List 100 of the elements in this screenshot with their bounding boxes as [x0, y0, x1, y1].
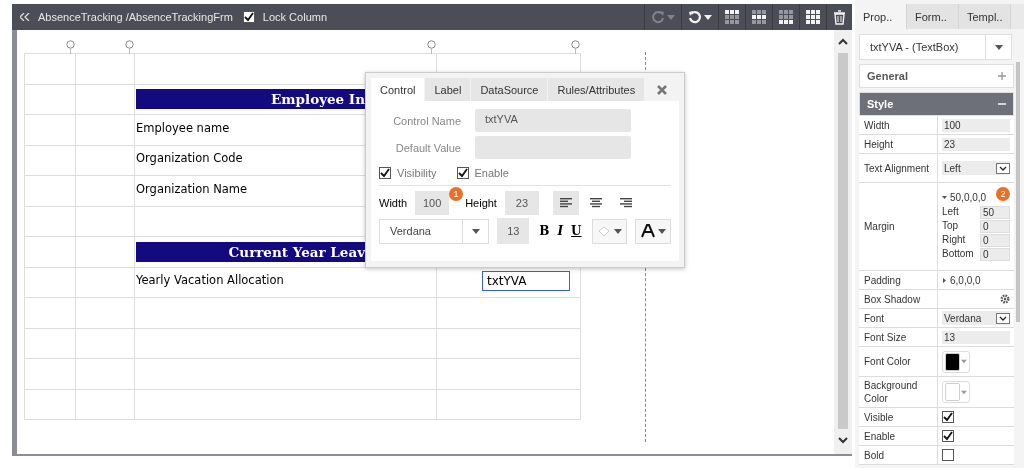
column-handle[interactable]: [125, 40, 134, 54]
scroll-up-icon[interactable]: [838, 38, 848, 45]
section-header: Employee In: [136, 89, 365, 110]
badge: 1: [449, 187, 464, 201]
color-picker[interactable]: [942, 381, 970, 403]
input-field[interactable]: 13: [497, 218, 530, 244]
control-select[interactable]: txtYVA - (TextBox): [859, 34, 1012, 60]
color-picker[interactable]: [942, 350, 970, 373]
table-cell: [76, 359, 135, 390]
input-field[interactable]: txtYVA: [475, 109, 631, 132]
property-label: Height: [864, 137, 893, 151]
undo-icon: [688, 10, 702, 24]
chevron-icon: [996, 162, 1010, 174]
margin-label: Right: [942, 234, 967, 247]
input-field[interactable]: 100: [415, 191, 450, 215]
property-input[interactable]: 13: [942, 330, 1010, 344]
caret-icon: [667, 14, 675, 20]
property-label: Font Color: [864, 355, 911, 368]
align-left-icon: [559, 198, 572, 208]
text-color-button[interactable]: [635, 218, 671, 244]
tab[interactable]: Templ..: [959, 4, 1011, 29]
text-field[interactable]: txtYVA: [482, 270, 570, 291]
property-label: Width: [864, 118, 890, 132]
column-handle[interactable]: [66, 40, 75, 54]
field-label: Organization Name: [136, 181, 248, 196]
property-select[interactable]: Left: [942, 161, 1010, 175]
badge: 2: [996, 187, 1010, 201]
field-label: Width: [379, 197, 408, 209]
collapse-icon[interactable]: [20, 13, 30, 21]
caret-icon: [471, 228, 480, 234]
minus-icon: [998, 100, 1006, 108]
property-label: Text Alignment: [864, 161, 930, 175]
property-input[interactable]: 23: [942, 137, 1010, 151]
property-select[interactable]: Verdana: [942, 311, 1010, 325]
margin-label: Top: [942, 220, 960, 233]
section-header: Current Year Leav: [136, 241, 365, 262]
tab[interactable]: Label: [425, 78, 471, 101]
property-label: Margin: [864, 220, 895, 233]
grid-icon: [752, 10, 766, 24]
tab[interactable]: Form..: [907, 4, 959, 29]
tab[interactable]: Control: [371, 78, 425, 101]
checkbox[interactable]: [242, 11, 255, 23]
format-button[interactable]: U: [569, 224, 584, 238]
margin-input[interactable]: 50: [980, 206, 1010, 219]
checkbox[interactable]: [942, 449, 954, 461]
checkbox[interactable]: [456, 167, 469, 179]
property-value: 50,0,0,0: [950, 192, 987, 203]
property-label: Font Size: [864, 330, 907, 344]
input-field[interactable]: [475, 136, 631, 159]
caret-icon: [994, 44, 1003, 50]
column-handle[interactable]: [427, 40, 436, 54]
format-button[interactable]: B: [537, 224, 552, 238]
property-label: Bold: [864, 448, 884, 462]
checkbox[interactable]: [942, 430, 954, 442]
font-select[interactable]: Verdana: [379, 218, 490, 244]
align-center-icon: [589, 198, 602, 208]
scrollbar-thumb[interactable]: [838, 53, 848, 429]
redo-icon: [651, 10, 665, 24]
close-icon[interactable]: [657, 84, 667, 95]
checkbox-label: Enable: [474, 167, 509, 179]
field-label: Employee name: [136, 120, 230, 135]
tab[interactable]: Prop..: [855, 4, 907, 29]
tab[interactable]: Rules/Attributes: [548, 78, 645, 101]
align-button[interactable]: [552, 191, 579, 215]
checkbox[interactable]: [942, 411, 954, 423]
caret-icon: [657, 228, 666, 234]
fill-color-button[interactable]: [591, 218, 628, 244]
gear-icon[interactable]: [1000, 294, 1010, 304]
section-header[interactable]: Style: [859, 92, 1014, 116]
margin-input[interactable]: 0: [980, 220, 1010, 233]
caret-down-icon[interactable]: [942, 195, 947, 200]
section-header[interactable]: General: [859, 64, 1014, 88]
margin-input[interactable]: 0: [980, 248, 1010, 261]
scroll-down-icon[interactable]: [838, 437, 848, 444]
grid-icon: [806, 10, 820, 24]
format-button[interactable]: I: [555, 224, 566, 238]
property-label: Box Shadow: [864, 292, 921, 306]
field-label: Organization Code: [136, 151, 243, 166]
property-value: 6,0,0,0: [950, 274, 981, 286]
table-cell: [76, 328, 135, 359]
grid-icon: [725, 10, 739, 24]
tab[interactable]: DataSource: [471, 78, 548, 101]
checkbox-label: Visibility: [397, 167, 437, 179]
paint-bucket-icon: [596, 225, 611, 237]
checkbox[interactable]: [379, 167, 391, 179]
property-label: Enable: [864, 429, 896, 443]
table-cell: [76, 298, 135, 329]
caret-right-icon[interactable]: [942, 277, 947, 283]
caret-icon: [961, 389, 967, 395]
caret-icon: [961, 359, 967, 364]
chevron-icon: [996, 312, 1010, 324]
caret-icon: [613, 228, 622, 234]
trash-icon: [833, 9, 846, 25]
caret-icon: [704, 14, 712, 20]
input-field[interactable]: 23: [504, 191, 539, 215]
margin-input[interactable]: 0: [980, 234, 1010, 247]
field-label: Control Name: [393, 114, 461, 127]
property-input[interactable]: 100: [942, 118, 1010, 132]
property-label: Background Color: [864, 379, 919, 405]
column-handle[interactable]: [571, 40, 580, 54]
